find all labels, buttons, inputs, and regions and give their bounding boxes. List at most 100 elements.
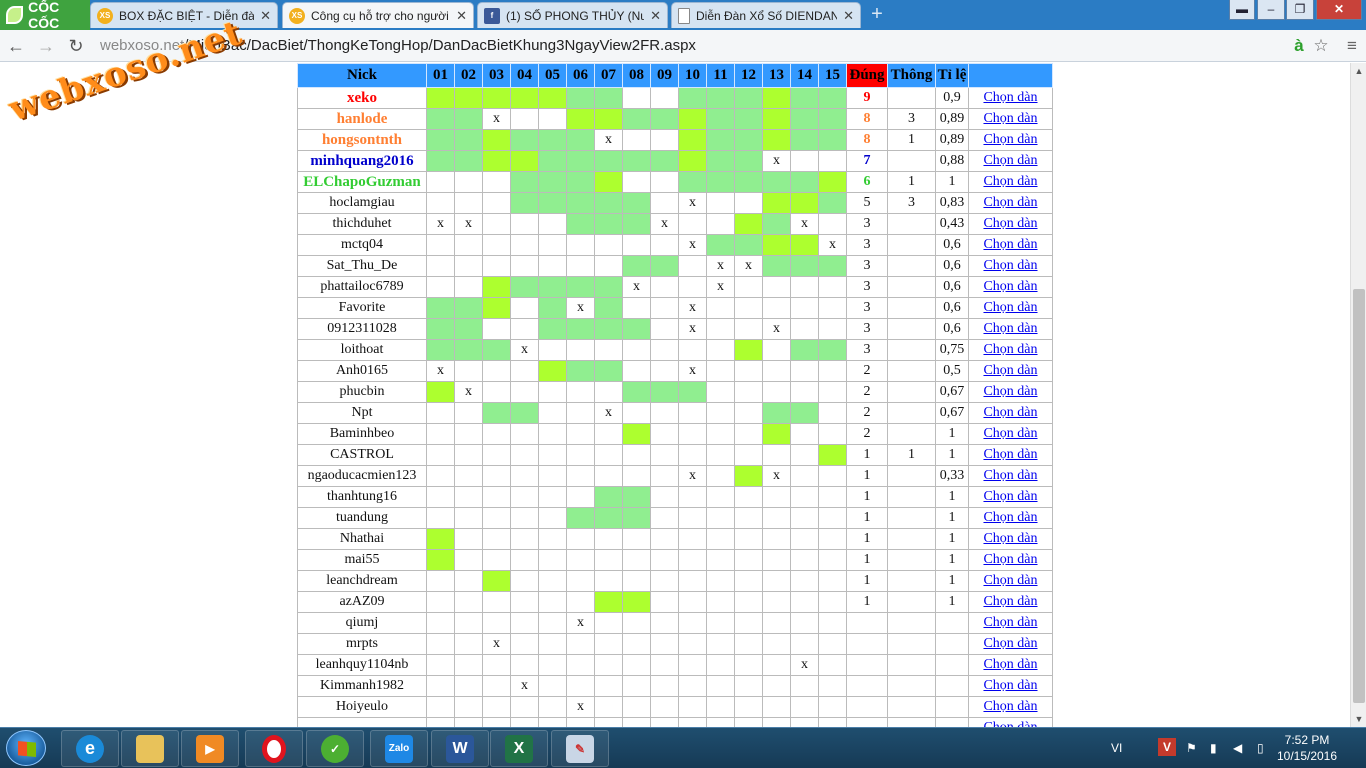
chon-dan-link[interactable]: Chọn dàn: [983, 300, 1037, 315]
chon-dan-link[interactable]: Chọn dàn: [983, 111, 1037, 126]
chon-dan-link[interactable]: Chọn dàn: [983, 531, 1037, 546]
hit-cell: [790, 129, 819, 151]
chon-dan-link[interactable]: Chọn dàn: [983, 678, 1037, 693]
tab-so-phong-thuy[interactable]: f (1) SỐ PHONG THỦY (Num ✕: [477, 2, 668, 28]
empty-cell: [650, 423, 679, 445]
chon-dan-link[interactable]: Chọn dàn: [983, 90, 1037, 105]
chon-dan-link[interactable]: Chọn dàn: [983, 594, 1037, 609]
chon-dan-link[interactable]: Chọn dàn: [983, 489, 1037, 504]
empty-cell: [482, 549, 511, 571]
taskbar-internet-explorer[interactable]: e: [61, 730, 119, 767]
correct-count-cell: 2: [846, 402, 888, 424]
tab-dien-dan[interactable]: Diễn Đàn Xổ Số DIENDAN ✕: [671, 2, 861, 28]
chon-dan-link[interactable]: Chọn dàn: [983, 552, 1037, 567]
language-indicator[interactable]: VI: [1111, 734, 1122, 762]
scrollbar-thumb[interactable]: [1353, 289, 1365, 703]
taskbar-file-explorer[interactable]: [121, 730, 179, 767]
chon-dan-link[interactable]: Chọn dàn: [983, 657, 1037, 672]
nick-cell: leanchdream: [297, 570, 427, 592]
hit-cell: [734, 87, 763, 109]
vietkey-icon[interactable]: V: [1158, 738, 1176, 756]
volume-icon[interactable]: ◀: [1233, 734, 1242, 762]
chon-dan-link[interactable]: Chọn dàn: [983, 426, 1037, 441]
minimize-button[interactable]: –: [1257, 0, 1285, 20]
close-tab-icon[interactable]: ✕: [456, 8, 467, 24]
address-bar[interactable]: webxoso.net/MienBac/DacBiet/ThongKeTongH…: [98, 34, 1278, 58]
link-cell: Chọn dàn: [968, 528, 1053, 550]
close-window-button[interactable]: ✕: [1316, 0, 1362, 20]
empty-cell: [510, 486, 539, 508]
taskbar-opera[interactable]: [245, 730, 303, 767]
chon-dan-link[interactable]: Chọn dàn: [983, 405, 1037, 420]
battery-icon[interactable]: ▯: [1257, 734, 1264, 762]
reload-icon[interactable]: ↻: [66, 36, 86, 56]
maximize-button[interactable]: ❐: [1286, 0, 1314, 20]
miss-mark-cell: x: [790, 654, 819, 676]
chon-dan-link[interactable]: Chọn dàn: [983, 468, 1037, 483]
word-icon: W: [446, 734, 474, 763]
chon-dan-link[interactable]: Chọn dàn: [983, 132, 1037, 147]
chon-dan-link[interactable]: Chọn dàn: [983, 279, 1037, 294]
link-cell: Chọn dàn: [968, 717, 1053, 727]
chon-dan-link[interactable]: Chọn dàn: [983, 447, 1037, 462]
empty-cell: [818, 360, 847, 382]
network-signal-icon[interactable]: ▮: [1210, 734, 1217, 762]
miss-mark-cell: x: [762, 465, 791, 487]
bookmark-star-icon[interactable]: ☆: [1311, 36, 1331, 56]
close-tab-icon[interactable]: ✕: [843, 8, 854, 24]
empty-cell: [818, 633, 847, 655]
scroll-up-icon[interactable]: ▲: [1351, 63, 1366, 79]
empty-cell: [650, 717, 679, 727]
close-tab-icon[interactable]: ✕: [650, 8, 661, 24]
chon-dan-link[interactable]: Chọn dàn: [983, 510, 1037, 525]
chon-dan-link[interactable]: Chọn dàn: [983, 720, 1037, 727]
ratio-cell: 0,43: [935, 213, 969, 235]
scroll-down-icon[interactable]: ▼: [1351, 711, 1366, 727]
chon-dan-link[interactable]: Chọn dàn: [983, 195, 1037, 210]
taskbar-media-player[interactable]: ▶: [181, 730, 239, 767]
forward-arrow-icon[interactable]: →: [36, 36, 56, 56]
chon-dan-link[interactable]: Chọn dàn: [983, 153, 1037, 168]
link-cell: Chọn dàn: [968, 360, 1053, 382]
back-arrow-icon[interactable]: ←: [6, 36, 26, 56]
taskbar-paint[interactable]: ✎: [551, 730, 609, 767]
action-center-flag-icon[interactable]: ⚑: [1186, 734, 1197, 762]
taskbar-excel[interactable]: X: [490, 730, 548, 767]
chon-dan-link[interactable]: Chọn dàn: [983, 321, 1037, 336]
clock-time: 7:52 PM: [1284, 733, 1330, 747]
chon-dan-link[interactable]: Chọn dàn: [983, 384, 1037, 399]
coccoc-dictionary-icon[interactable]: à: [1289, 36, 1309, 56]
taskbar-zalo[interactable]: Zalo: [370, 730, 428, 767]
streak-count-cell: [887, 633, 936, 655]
empty-cell: [454, 276, 483, 298]
chon-dan-link[interactable]: Chọn dàn: [983, 573, 1037, 588]
start-button[interactable]: [6, 730, 46, 766]
chon-dan-link[interactable]: Chọn dàn: [983, 216, 1037, 231]
chon-dan-link[interactable]: Chọn dàn: [983, 699, 1037, 714]
chon-dan-link[interactable]: Chọn dàn: [983, 237, 1037, 252]
new-tab-button[interactable]: +: [866, 4, 888, 26]
chon-dan-link[interactable]: Chọn dàn: [983, 258, 1037, 273]
empty-cell: [482, 612, 511, 634]
ratio-cell: 0,89: [935, 108, 969, 130]
empty-cell: [818, 297, 847, 319]
chon-dan-link[interactable]: Chọn dàn: [983, 174, 1037, 189]
taskbar-word[interactable]: W: [431, 730, 489, 767]
close-tab-icon[interactable]: ✕: [260, 8, 271, 24]
chon-dan-link[interactable]: Chọn dàn: [983, 636, 1037, 651]
coccoc-menu-button[interactable]: CỐC CỐC: [0, 0, 90, 31]
chon-dan-link[interactable]: Chọn dàn: [983, 363, 1037, 378]
chon-dan-link[interactable]: Chọn dàn: [983, 615, 1037, 630]
tab-cong-cu[interactable]: XS Công cụ hỗ trợ cho người ✕: [282, 2, 474, 28]
chon-dan-link[interactable]: Chọn dàn: [983, 342, 1037, 357]
streak-count-cell: [887, 150, 936, 172]
miss-mark-cell: x: [734, 255, 763, 277]
empty-cell: [538, 507, 567, 529]
taskbar-coccoc[interactable]: ✓: [306, 730, 364, 767]
menu-bars-icon[interactable]: ≡: [1342, 36, 1362, 56]
system-clock[interactable]: 7:52 PM 10/15/2016: [1272, 732, 1342, 764]
empty-cell: [790, 486, 819, 508]
vertical-scrollbar[interactable]: ▲ ▼: [1350, 63, 1366, 727]
menu-icon[interactable]: ▬: [1229, 0, 1255, 20]
tab-box-dac-biet[interactable]: XS BOX ĐẶC BIỆT - Diễn đàn xổ số ✕: [90, 2, 278, 28]
